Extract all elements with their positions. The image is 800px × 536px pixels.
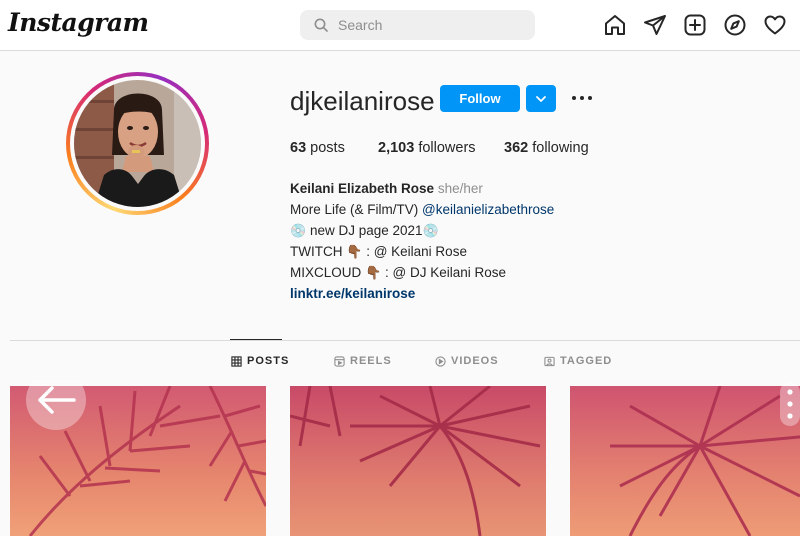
- palm-tree-photo: [570, 386, 800, 536]
- turntable-emoji-icon: 💿: [290, 223, 307, 238]
- reels-icon: [334, 355, 345, 367]
- pointing-down-emoji-icon: 👇🏾: [365, 265, 382, 280]
- bio-mention-link[interactable]: @keilanielizabethrose: [422, 202, 554, 217]
- tab-divider: [10, 340, 800, 341]
- followers-count[interactable]: 2,103 followers: [378, 140, 476, 156]
- avatar[interactable]: [74, 80, 201, 207]
- more-options-icon[interactable]: [570, 86, 594, 110]
- explore-icon[interactable]: [723, 13, 747, 37]
- palm-tree-photo: [290, 386, 546, 536]
- profile-bio: Keilani Elizabeth Rose she/her More Life…: [290, 178, 554, 304]
- full-name: Keilani Elizabeth Rose: [290, 181, 435, 196]
- video-icon: [435, 355, 446, 367]
- tab-posts[interactable]: POSTS: [231, 355, 289, 367]
- bio-line-film: More Life (& Film/TV) @keilanielizabethr…: [290, 202, 555, 217]
- chevron-down-icon: [536, 96, 546, 102]
- post-thumbnail[interactable]: [570, 386, 800, 536]
- search-box[interactable]: [300, 10, 535, 40]
- bio-website-link[interactable]: linktr.ee/keilanirose: [290, 286, 415, 301]
- direct-message-icon[interactable]: [643, 13, 667, 37]
- new-post-icon[interactable]: [683, 13, 707, 37]
- follow-button[interactable]: Follow: [440, 85, 520, 112]
- tab-videos[interactable]: VIDEOS: [435, 355, 499, 367]
- posts-count: 63 posts: [290, 140, 345, 156]
- pronouns: she/her: [437, 181, 483, 196]
- profile-photo: [74, 80, 201, 207]
- bio-line-dj-page: 💿 new DJ page 2021💿: [290, 223, 439, 238]
- turntable-emoji-icon: 💿: [422, 223, 439, 238]
- back-arrow-icon[interactable]: [24, 380, 88, 430]
- bio-website-line: linktr.ee/keilanirose: [290, 283, 554, 304]
- search-input[interactable]: [338, 15, 523, 35]
- tagged-icon: [544, 356, 555, 366]
- search-icon: [314, 18, 328, 32]
- grid-icon: [231, 355, 242, 367]
- suggested-accounts-dropdown-button[interactable]: [526, 85, 556, 112]
- post-thumbnail[interactable]: [290, 386, 546, 536]
- pointing-down-emoji-icon: 👇🏾: [346, 244, 363, 259]
- home-icon[interactable]: [603, 13, 627, 37]
- bio-line-twitch: TWITCH 👇🏾 : @ Keilani Rose: [290, 244, 467, 259]
- vertical-more-icon[interactable]: [776, 382, 800, 426]
- story-ring[interactable]: [66, 72, 209, 215]
- tab-reels[interactable]: REELS: [334, 355, 392, 367]
- bio-line-mixcloud: MIXCLOUD 👇🏾 : @ DJ Keilani Rose: [290, 265, 506, 280]
- profile-username: djkeilanirose: [290, 86, 435, 116]
- instagram-logo[interactable]: Instagram: [8, 8, 149, 37]
- following-count[interactable]: 362 following: [504, 140, 589, 156]
- active-tab-indicator: [230, 339, 282, 340]
- top-navigation-bar: Instagram: [0, 0, 800, 51]
- bio-name-line: Keilani Elizabeth Rose she/her: [290, 178, 554, 199]
- tab-tagged[interactable]: TAGGED: [544, 355, 612, 367]
- activity-heart-icon[interactable]: [763, 13, 787, 37]
